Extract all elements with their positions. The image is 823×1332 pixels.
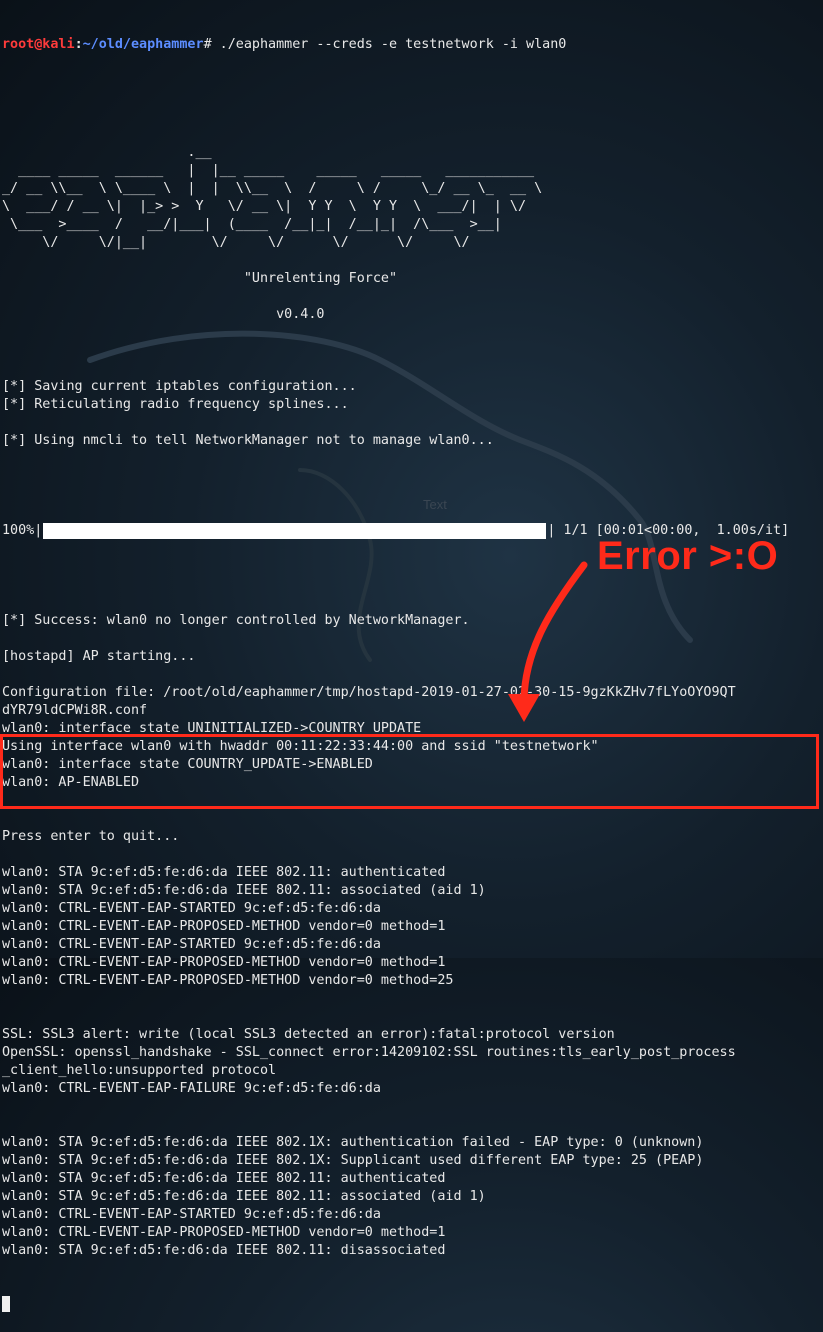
log-line: wlan0: STA 9c:ef:d5:fe:d6:da IEEE 802.1X… bbox=[2, 1135, 704, 1150]
log-line: wlan0: STA 9c:ef:d5:fe:d6:da IEEE 802.11… bbox=[2, 1243, 446, 1258]
error-log-line: SSL: SSL3 alert: write (local SSL3 detec… bbox=[2, 1027, 615, 1042]
error-log-line: wlan0: CTRL-EVENT-EAP-FAILURE 9c:ef:d5:f… bbox=[2, 1081, 381, 1096]
cursor-line bbox=[2, 1296, 823, 1314]
log-line: wlan0: STA 9c:ef:d5:fe:d6:da IEEE 802.11… bbox=[2, 1189, 486, 1204]
error-log-line: _client_hello:unsupported protocol bbox=[2, 1063, 277, 1078]
log-line: wlan0: CTRL-EVENT-EAP-PROPOSED-METHOD ve… bbox=[2, 973, 454, 988]
annotation-arrow-icon bbox=[508, 561, 588, 722]
error-log-line: OpenSSL: openssl_handshake - SSL_connect… bbox=[2, 1045, 736, 1060]
log-block-error: SSL: SSL3 alert: write (local SSL3 detec… bbox=[2, 1026, 823, 1098]
log-line: wlan0: STA 9c:ef:d5:fe:d6:da IEEE 802.1X… bbox=[2, 1153, 704, 1168]
log-line: wlan0: STA 9c:ef:d5:fe:d6:da IEEE 802.11… bbox=[2, 1171, 446, 1186]
log-line: wlan0: CTRL-EVENT-EAP-PROPOSED-METHOD ve… bbox=[2, 1225, 446, 1240]
terminal-cursor bbox=[2, 1296, 10, 1312]
log-block-tail: wlan0: STA 9c:ef:d5:fe:d6:da IEEE 802.1X… bbox=[2, 1134, 823, 1260]
log-line: wlan0: CTRL-EVENT-EAP-STARTED 9c:ef:d5:f… bbox=[2, 1207, 381, 1222]
